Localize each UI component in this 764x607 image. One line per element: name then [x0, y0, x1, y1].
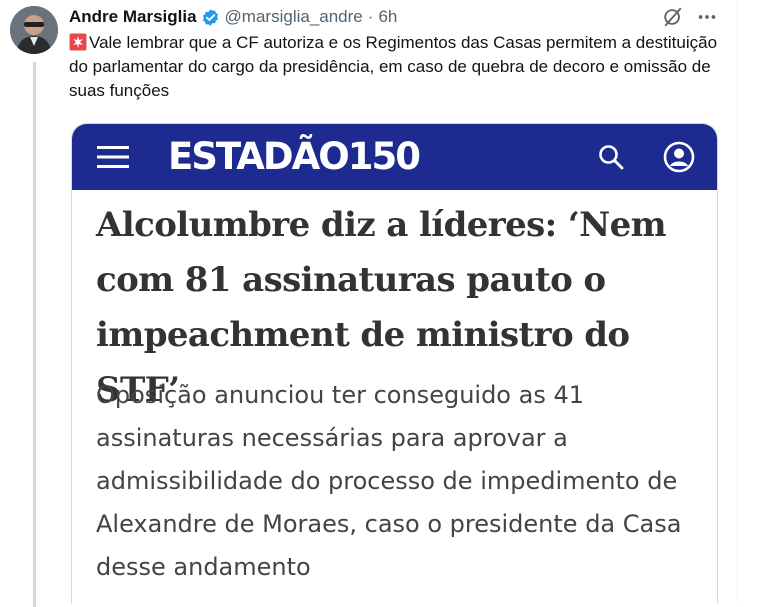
separator-dot: · [367, 7, 374, 26]
search-icon [597, 143, 625, 171]
user-account-icon [663, 141, 695, 173]
police-siren-emoji-icon [69, 33, 87, 51]
estadao-navbar: ESTADÃO150 [72, 124, 717, 190]
more-horizontal-icon[interactable] [696, 6, 718, 28]
tweet-text: Vale lembrar que a CF autoriza e os Regi… [69, 33, 718, 100]
post-time[interactable]: 6h [378, 7, 397, 27]
estadao-logo: ESTADÃO150 [168, 135, 421, 178]
author-name[interactable]: Andre Marsiglia [69, 7, 197, 27]
verified-badge-icon[interactable] [201, 8, 220, 27]
avatar-photo [10, 6, 58, 54]
tweet-body: Vale lembrar que a CF autoriza e os Regi… [69, 31, 724, 103]
hamburger-menu-icon [97, 144, 129, 170]
grok-icon[interactable] [662, 6, 684, 28]
tweet-header: Andre Marsiglia @marsiglia_andre · 6h [69, 6, 397, 28]
article-image-card[interactable]: ESTADÃO150 Alcolumbre diz a líderes: ‘Ne… [71, 123, 718, 604]
article-subheadline: Oposição anunciou ter conseguido as 41 a… [96, 381, 682, 581]
column-divider [737, 0, 738, 603]
thread-connector-line [33, 62, 36, 607]
author-handle[interactable]: @marsiglia_andre [225, 7, 363, 27]
avatar[interactable] [10, 6, 58, 54]
